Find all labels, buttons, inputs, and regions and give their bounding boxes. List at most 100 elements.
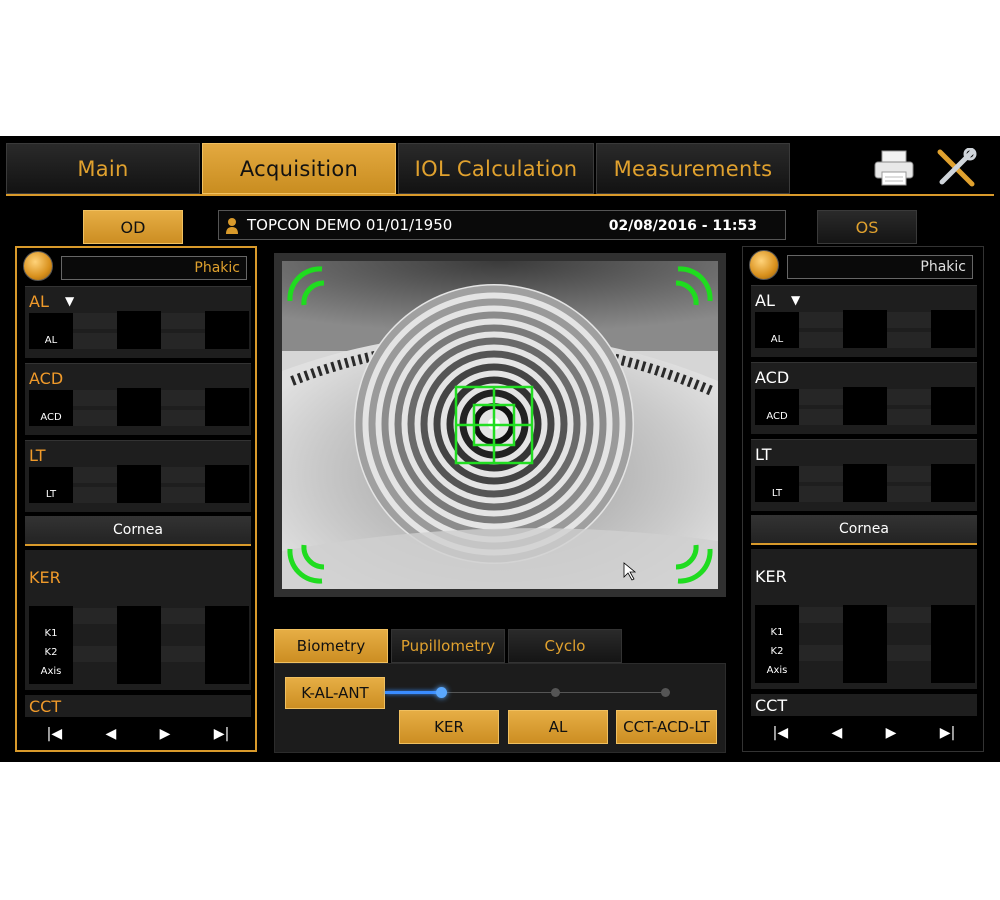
ker-value-column [205,606,249,684]
od-button[interactable]: OD [83,210,183,244]
tab-biometry[interactable]: Biometry [274,629,388,663]
lt-title: LT [755,445,772,464]
lens-status-field[interactable]: Phakic [61,256,247,280]
lt-value-cell [887,466,931,482]
acd-block: ACD ACD [751,362,977,434]
acd-value-cell [843,387,887,425]
ker-value-column [931,605,975,683]
tools-icon[interactable] [934,148,978,188]
al-value-cell [887,332,931,348]
al-label-cell: AL [29,313,73,349]
od-results-panel: Phakic AL ▼ AL ACD ACD LT LT Cornea KER … [15,246,257,752]
al-value-cell [799,312,843,328]
edit-pencil-icon[interactable] [749,250,779,280]
acd-value-cell [73,390,117,406]
acd-label-cell: ACD [29,390,73,426]
cornea-button[interactable]: Cornea [25,516,251,546]
al-step-button[interactable]: AL [508,710,608,744]
next-icon[interactable]: ▶ [886,725,897,741]
ker-value-cell [887,645,931,661]
lt-value-cell [205,465,249,503]
ker-value-cell [799,645,843,661]
last-icon[interactable]: ▶| [940,725,955,741]
app-window: Main Acquisition IOL Calculation Measure… [0,136,1000,762]
al-row-label: AL [770,334,784,345]
os-button[interactable]: OS [817,210,917,244]
cct-title: CCT [755,696,788,715]
cct-acd-lt-step-button[interactable]: CCT-ACD-LT [616,710,717,744]
al-value-cell [161,333,205,349]
acd-value-cell [117,388,161,426]
previous-icon[interactable]: ◀ [832,725,843,741]
acquisition-sequence-panel: K-AL-ANT KER AL CCT-ACD-LT [274,663,726,753]
acd-block: ACD ACD [25,363,251,435]
al-value-cell [161,313,205,329]
lt-value-cell [161,467,205,483]
acd-value-cell [931,387,975,425]
acd-title: ACD [755,368,790,387]
lt-value-cell [799,486,843,502]
tab-pupillometry[interactable]: Pupillometry [391,629,505,663]
previous-icon[interactable]: ◀ [106,726,117,742]
lt-value-cell [161,487,205,503]
ker-value-cell [73,646,117,662]
acd-value-cell [73,410,117,426]
eye-camera-view[interactable] [274,253,726,597]
cornea-button[interactable]: Cornea [751,515,977,545]
acquisition-datetime: 02/08/2016 - 11:53 [608,218,757,234]
acd-value-cell [799,409,843,425]
cct-block: CCT [751,694,977,716]
ker-value-cell [73,608,117,624]
al-value-cell [73,313,117,329]
k2-label: K2 [44,647,58,658]
al-title: AL [29,292,49,311]
lt-value-cell [931,464,975,502]
tab-main[interactable]: Main [6,143,200,194]
lt-block: LT LT [751,439,977,511]
al-label-cell: AL [755,312,799,348]
tab-acquisition[interactable]: Acquisition [202,143,396,194]
ker-value-cell [161,608,205,624]
k-al-ant-button[interactable]: K-AL-ANT [285,677,385,709]
al-dropdown-icon[interactable]: ▼ [791,293,800,307]
patient-name: TOPCON DEMO 01/01/1950 [247,216,453,234]
acd-value-cell [887,389,931,405]
ker-value-cell [799,607,843,623]
next-icon[interactable]: ▶ [160,726,171,742]
al-value-cell [843,310,887,348]
acd-value-cell [161,390,205,406]
lens-status-field[interactable]: Phakic [787,255,973,279]
ker-value-cell [161,646,205,662]
lt-value-cell [843,464,887,502]
ker-value-column [117,606,161,684]
tab-iol-calculation[interactable]: IOL Calculation [398,143,594,194]
ker-label-column: K1 K2 Axis [755,605,799,683]
sequence-progress-fill [385,691,441,694]
al-value-cell [117,311,161,349]
al-value-cell [887,312,931,328]
ker-title: KER [29,568,61,587]
acd-row-label: ACD [766,411,788,422]
os-results-panel: Phakic AL ▼ AL ACD ACD LT LT Cornea KER … [742,246,984,752]
ker-label-column: K1 K2 Axis [29,606,73,684]
tab-measurements[interactable]: Measurements [596,143,790,194]
first-icon[interactable]: |◀ [773,725,788,741]
tab-cyclo[interactable]: Cyclo [508,629,622,663]
last-icon[interactable]: ▶| [214,726,229,742]
al-value-cell [799,332,843,348]
al-dropdown-icon[interactable]: ▼ [65,294,74,308]
lt-block: LT LT [25,440,251,512]
first-icon[interactable]: |◀ [47,726,62,742]
acd-label-cell: ACD [755,389,799,425]
lt-value-cell [799,466,843,482]
ker-title: KER [755,567,787,586]
al-value-cell [73,333,117,349]
edit-pencil-icon[interactable] [23,251,53,281]
printer-icon[interactable] [872,148,916,188]
acd-value-cell [205,388,249,426]
ker-step-button[interactable]: KER [399,710,499,744]
lt-title: LT [29,446,46,465]
axis-label: Axis [40,666,62,677]
lt-value-cell [117,465,161,503]
ker-value-column [843,605,887,683]
